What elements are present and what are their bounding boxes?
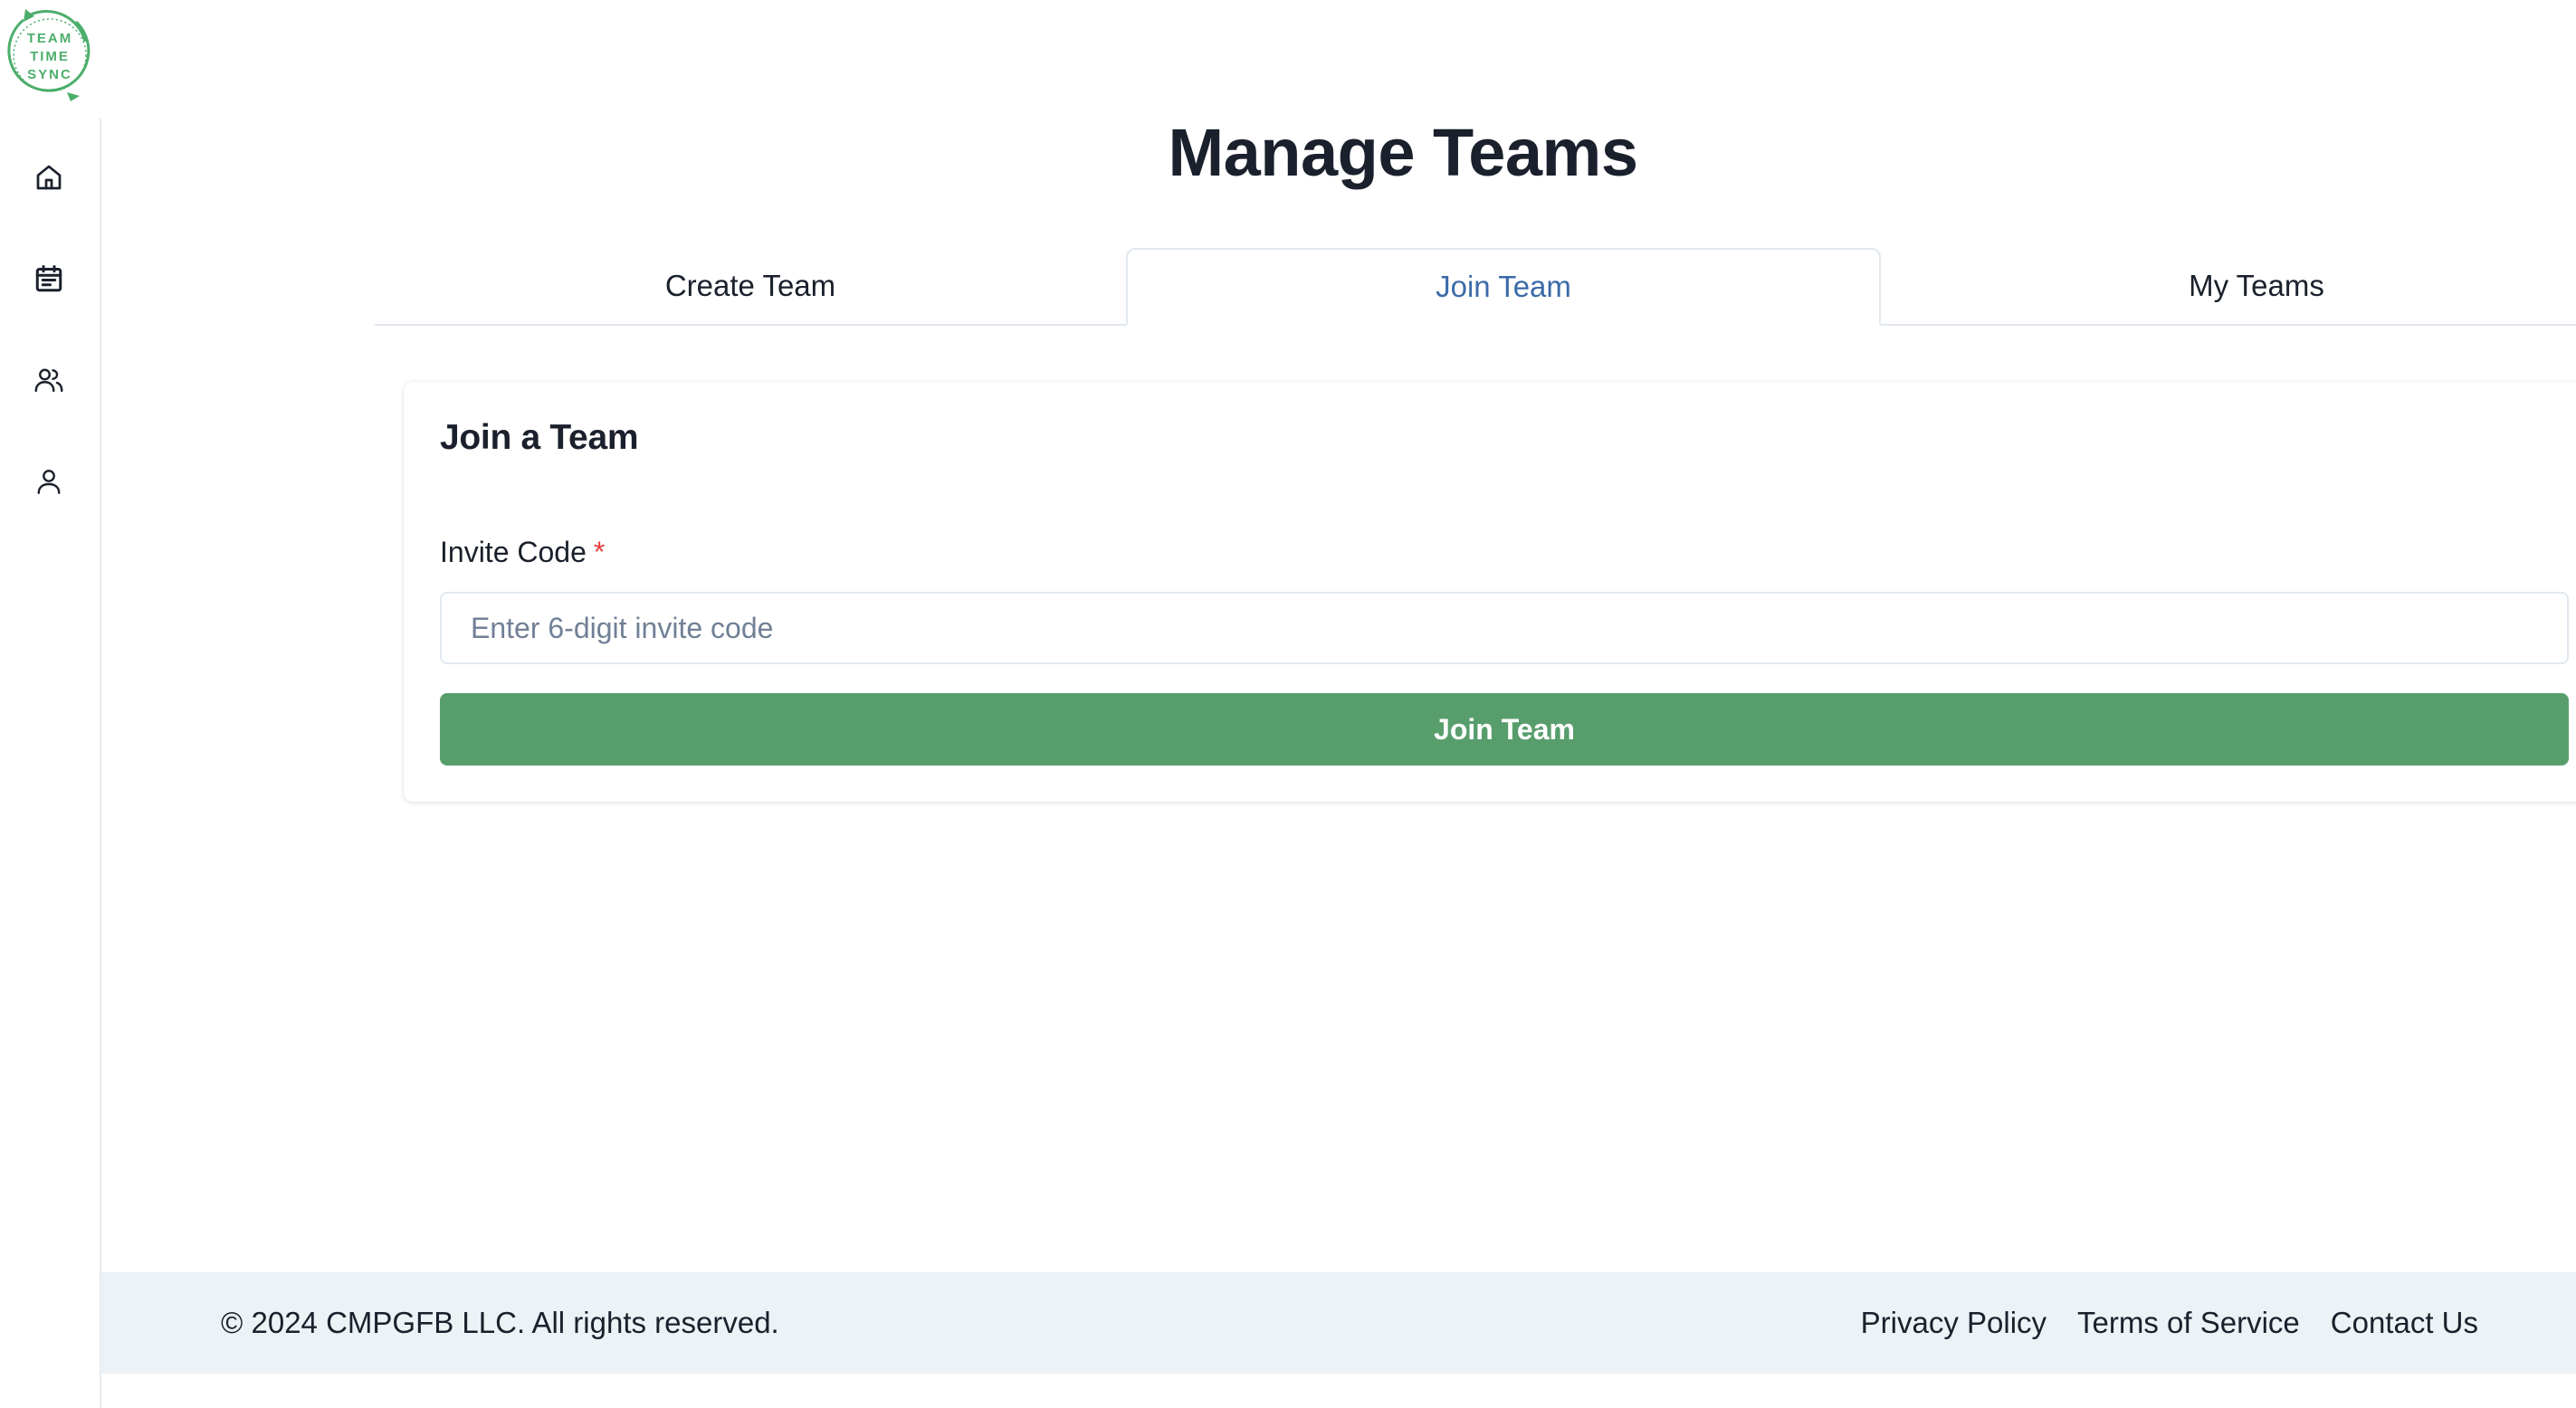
sidebar-item-home[interactable] (25, 154, 72, 201)
page: TEAM TIME SYNC Manage Teams Create Team … (0, 0, 2576, 1408)
invite-code-label: Invite Code * (440, 536, 605, 569)
users-icon (34, 368, 63, 393)
logo-text-line-1: TEAM (27, 31, 73, 46)
footer: © 2024 CMPGFB LLC. All rights reserved. … (101, 1272, 2576, 1374)
sidebar-item-teams[interactable] (25, 357, 72, 404)
invite-code-input[interactable] (440, 592, 2569, 664)
home-icon (36, 165, 62, 190)
required-indicator: * (593, 536, 606, 568)
tab-bar: Create Team Join Team My Teams (375, 248, 2576, 326)
tab-my-teams[interactable]: My Teams (1881, 248, 2576, 324)
logo-text-line-3: SYNC (27, 67, 72, 82)
calendar-icon (35, 265, 62, 292)
tab-join-team[interactable]: Join Team (1126, 248, 1881, 326)
terms-of-service-link[interactable]: Terms of Service (2077, 1306, 2300, 1340)
card-title: Join a Team (440, 418, 639, 457)
privacy-policy-link[interactable]: Privacy Policy (1861, 1306, 2046, 1340)
invite-code-label-text: Invite Code (440, 536, 587, 568)
sidebar-item-calendar[interactable] (25, 255, 72, 302)
logo-emblem: TEAM TIME SYNC (7, 9, 91, 101)
join-team-button[interactable]: Join Team (440, 693, 2569, 766)
app-logo[interactable]: TEAM TIME SYNC (4, 5, 96, 101)
main-content: Manage Teams Create Team Join Team My Te… (101, 0, 2576, 1272)
copyright-text: © 2024 CMPGFB LLC. All rights reserved. (221, 1306, 779, 1339)
user-icon (37, 470, 61, 494)
contact-us-link[interactable]: Contact Us (2331, 1306, 2478, 1340)
logo-text-line-2: TIME (30, 49, 70, 64)
sidebar-item-profile[interactable] (25, 458, 72, 505)
tab-create-team[interactable]: Create Team (375, 248, 1126, 324)
page-title: Manage Teams (1168, 115, 1638, 190)
sidebar: TEAM TIME SYNC (0, 0, 100, 1408)
join-team-card: Join a Team Invite Code* Join Team (404, 382, 2576, 802)
footer-links: Privacy Policy Terms of Service Contact … (1861, 1272, 2478, 1374)
